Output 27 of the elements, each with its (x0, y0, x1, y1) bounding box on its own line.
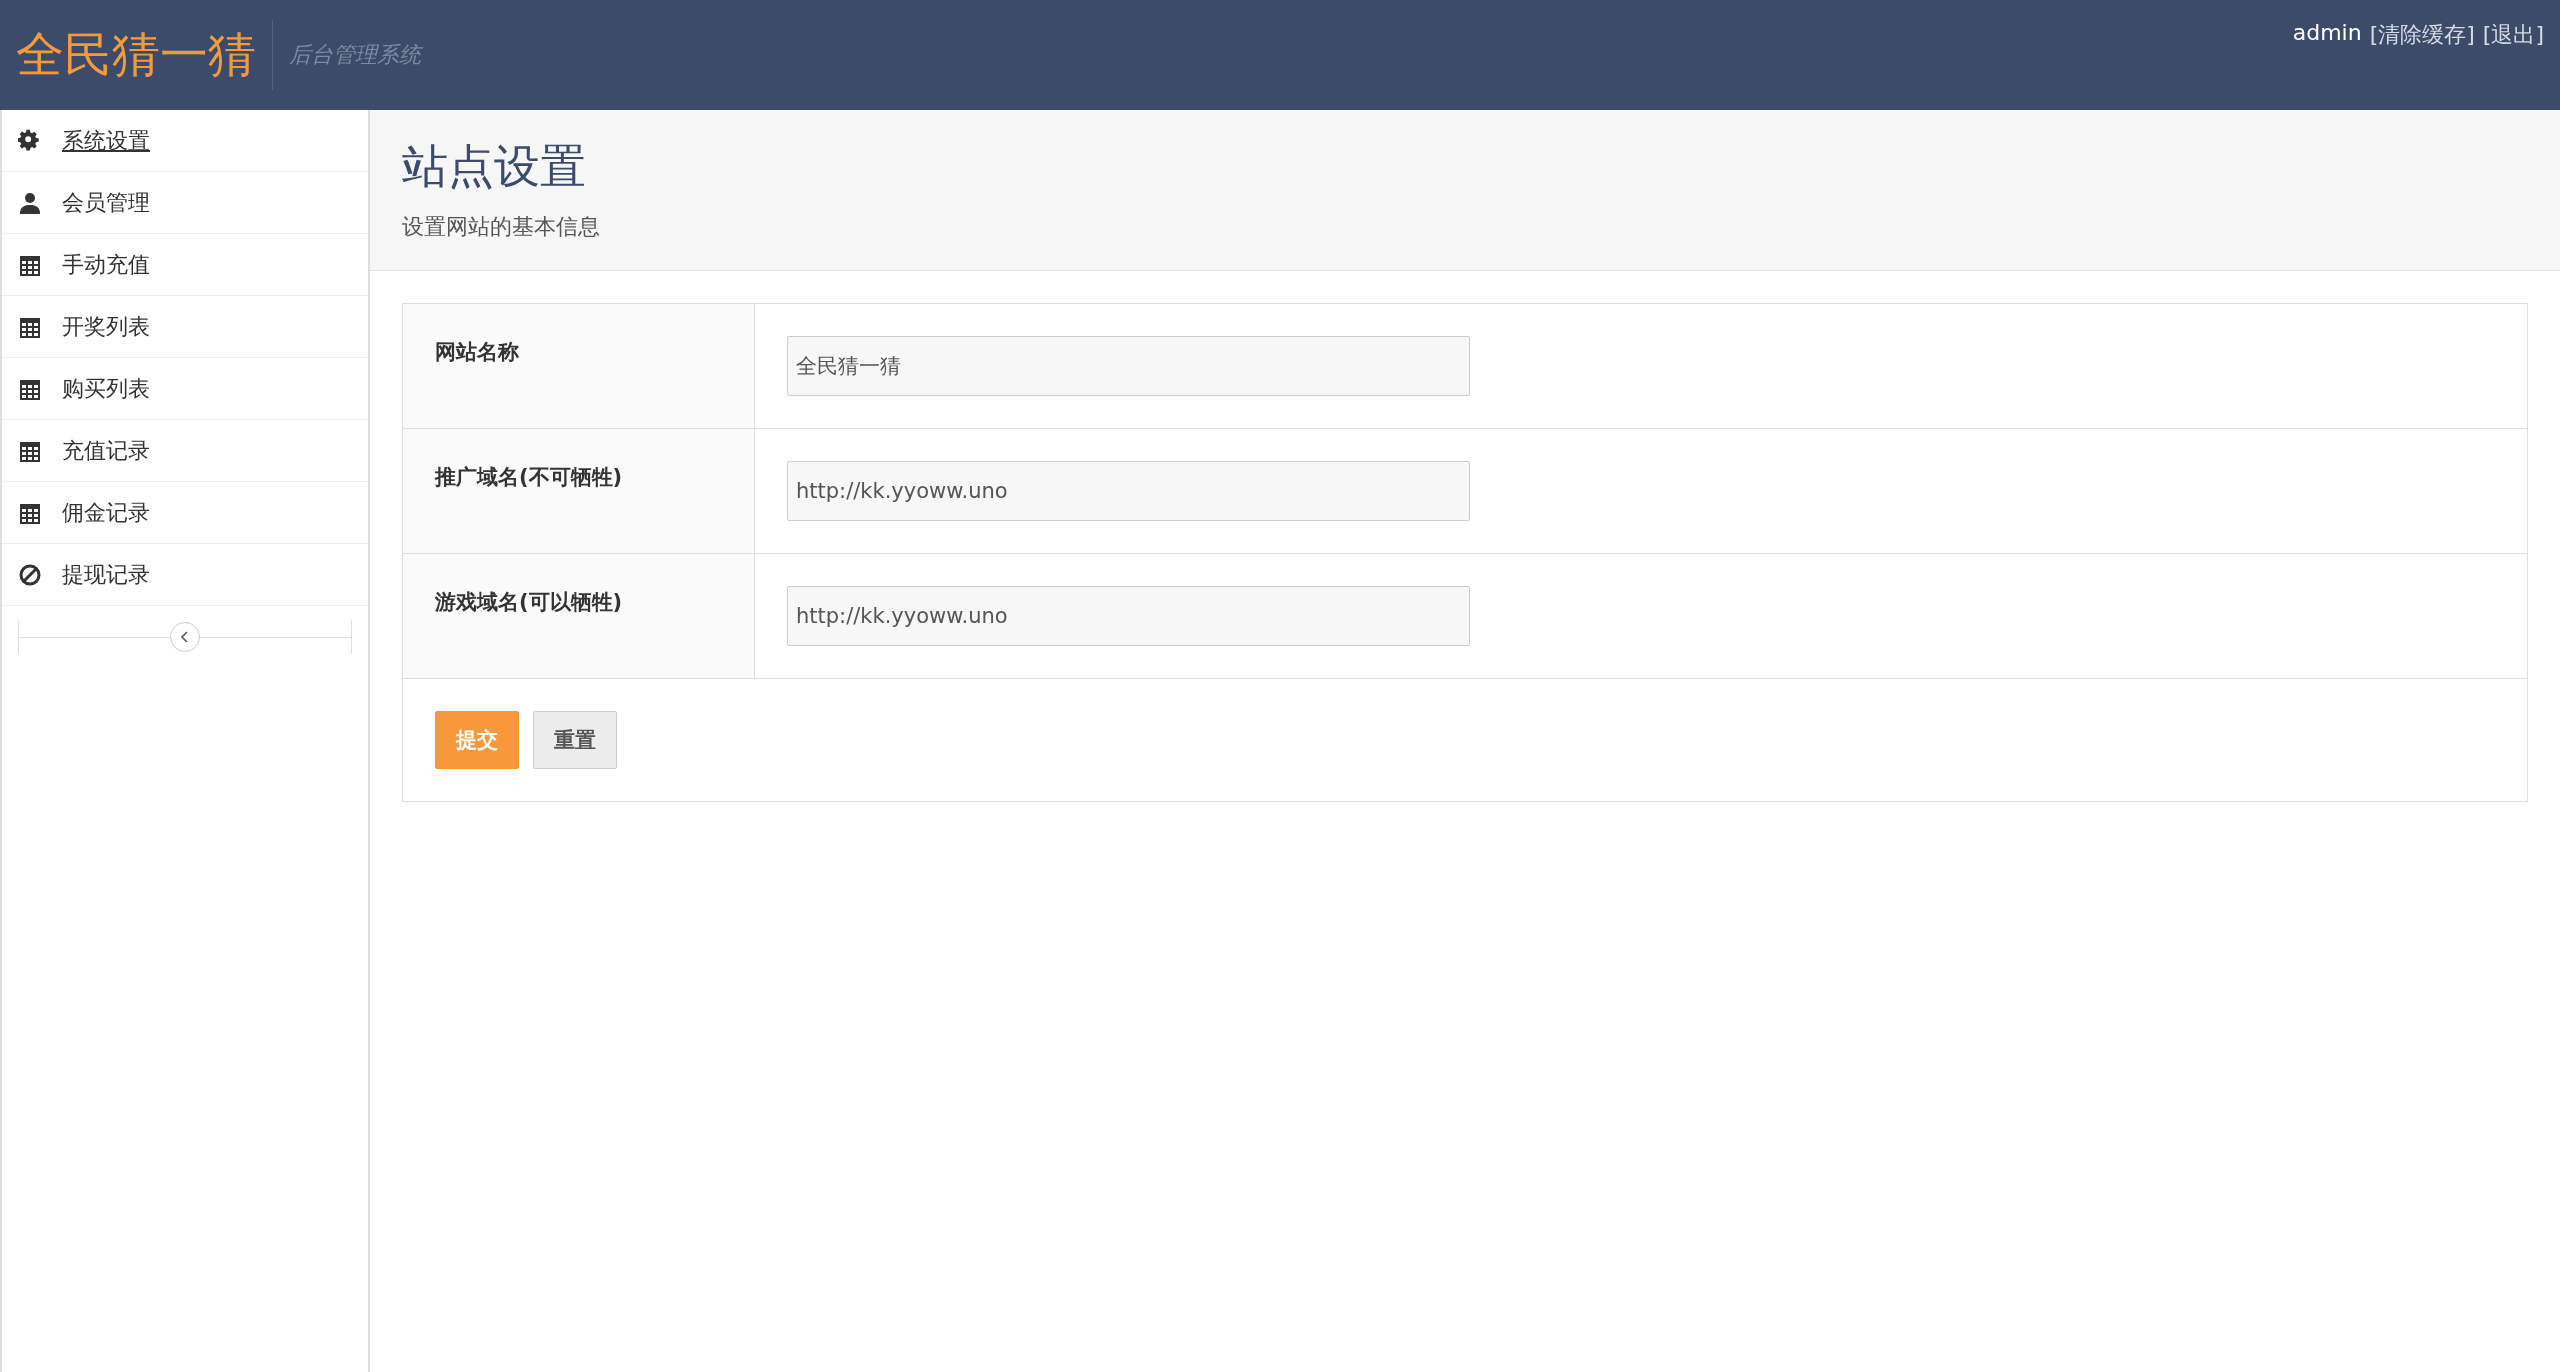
header-link[interactable]: [清除缓存] (2369, 20, 2475, 50)
input-field[interactable]: 全民猜一猜 (787, 336, 1470, 396)
input-field[interactable]: http://kk.yyoww.uno (787, 586, 1470, 646)
page-subtitle: 设置网站的基本信息 (402, 213, 601, 241)
sidebar-link[interactable]: 开奖列表 (62, 311, 150, 342)
page-title: 站点设置 (402, 138, 587, 195)
field-label: 游戏域名(可以牺牲) (403, 554, 755, 678)
collapse-button[interactable] (170, 622, 200, 652)
sidebar-link[interactable]: 佣金记录 (62, 497, 150, 528)
field-label: 推广域名(不可牺牲) (403, 429, 755, 553)
sidebar-link[interactable]: 手动充值 (62, 249, 150, 280)
ban-icon (18, 562, 42, 587)
sidebar-link[interactable]: 购买列表 (62, 373, 150, 404)
site-subtitle: 后台管理系统 (289, 41, 421, 69)
input-field[interactable]: http://kk.yyoww.uno (787, 461, 1470, 521)
chevron-left-icon (179, 630, 191, 644)
sidebar-link[interactable]: 充值记录 (62, 435, 150, 466)
user-icon (18, 190, 42, 215)
gear-icon (18, 128, 42, 153)
field-label: 网站名称 (403, 304, 755, 428)
header-link[interactable]: [退出] (2482, 20, 2544, 50)
sidebar-link[interactable]: 会员管理 (62, 187, 150, 218)
reset-button[interactable]: 重置 (533, 711, 617, 769)
sidebar-link[interactable]: 提现记录 (62, 559, 150, 590)
user-name: admin (2292, 20, 2362, 47)
site-logo: 全民猜一猜 (16, 25, 256, 84)
sidebar-link[interactable]: 系统设置 (62, 125, 150, 156)
